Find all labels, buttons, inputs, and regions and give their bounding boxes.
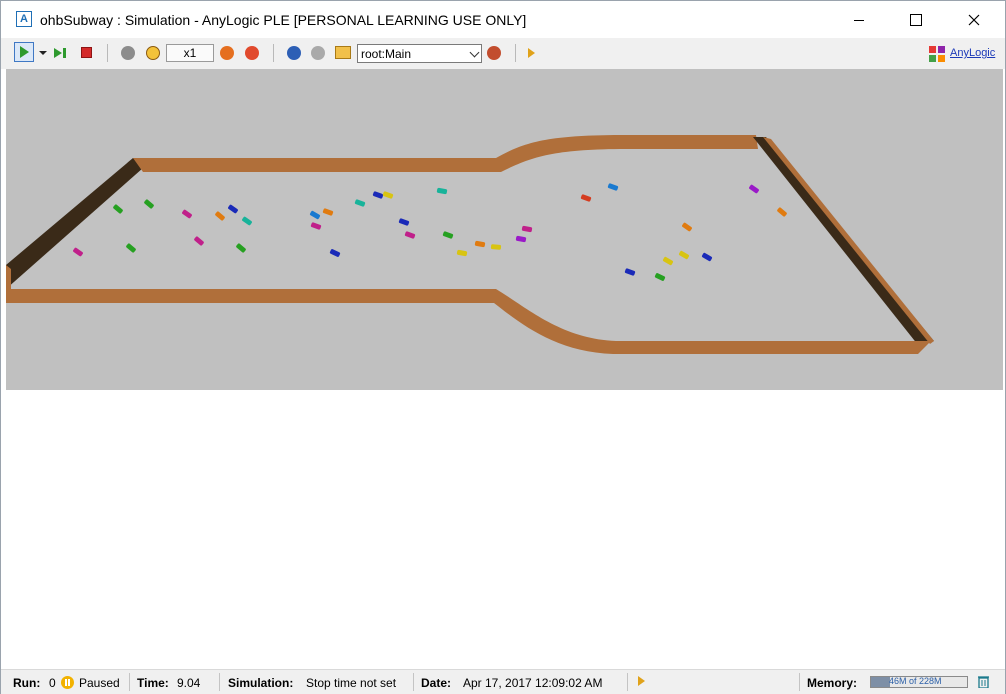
pause-icon: [61, 676, 74, 689]
close-icon: [968, 14, 980, 26]
maximize-button[interactable]: [893, 1, 939, 38]
window-title: ohbSubway : Simulation - AnyLogic PLE [P…: [40, 12, 527, 28]
date-value: Apr 17, 2017 12:09:02 AM: [463, 676, 603, 690]
toolbar-separator: [107, 44, 108, 62]
step-icon: [54, 48, 62, 58]
anylogic-app-icon: A: [16, 11, 32, 27]
date-label: Date:: [421, 676, 452, 690]
root-select[interactable]: root:Main: [357, 44, 482, 63]
trash-icon[interactable]: [978, 675, 989, 688]
time-label: Time:: [137, 676, 169, 690]
simulation-canvas[interactable]: [6, 69, 1003, 390]
view-icon[interactable]: [311, 46, 325, 60]
chevron-down-icon: [469, 47, 480, 58]
memory-label: Memory:: [807, 676, 858, 690]
anylogic-logo-icon: [929, 46, 945, 62]
speed-field[interactable]: x1: [166, 44, 214, 62]
run-label: Run:: [13, 676, 41, 690]
run-count: 0: [49, 676, 56, 690]
minimize-button[interactable]: [836, 1, 882, 38]
passenger-agent[interactable]: [490, 244, 502, 250]
simulation-window: A ohbSubway : Simulation - AnyLogic PLE …: [0, 0, 1006, 694]
camera-icon[interactable]: [487, 46, 501, 60]
title-bar[interactable]: A ohbSubway : Simulation - AnyLogic PLE …: [1, 1, 1005, 38]
anylogic-link[interactable]: AnyLogic: [950, 47, 995, 59]
run-icon: [20, 46, 29, 58]
toolbar-separator: [273, 44, 274, 62]
memory-bar-fill: [871, 677, 891, 687]
close-button[interactable]: [951, 1, 997, 38]
step-button[interactable]: [53, 44, 71, 62]
run-state: Paused: [79, 676, 120, 690]
memory-bar: 46M of 228M: [870, 676, 968, 688]
minimize-icon: [854, 19, 864, 21]
simulation-value: Stop time not set: [306, 676, 397, 690]
simulation-toolbar: x1 root:Main: [1, 38, 1005, 69]
subway-3d-view: [6, 135, 934, 354]
maximize-icon: [910, 14, 922, 27]
agent-icon[interactable]: [121, 46, 135, 60]
speed-down-icon[interactable]: [220, 46, 234, 60]
sim-log-icon[interactable]: [638, 676, 645, 686]
time-value: 9.04: [177, 676, 201, 690]
root-select-value: root:Main: [361, 47, 412, 61]
toolbar-separator: [515, 44, 516, 62]
navigate-icon[interactable]: [287, 46, 301, 60]
stop-button[interactable]: [81, 47, 92, 58]
status-bar: Run: 0 Paused Time: 9.04 Simulation: Sto…: [1, 669, 1005, 694]
run-button[interactable]: [14, 42, 34, 62]
speed-up-icon[interactable]: [245, 46, 259, 60]
folder-icon[interactable]: [335, 46, 351, 59]
clock-icon[interactable]: [146, 46, 160, 60]
memory-value: 46M of 228M: [889, 676, 942, 686]
simulation-label: Simulation:: [228, 676, 294, 690]
run-dropdown-icon[interactable]: [39, 51, 47, 55]
sim-log-icon[interactable]: [528, 48, 535, 58]
